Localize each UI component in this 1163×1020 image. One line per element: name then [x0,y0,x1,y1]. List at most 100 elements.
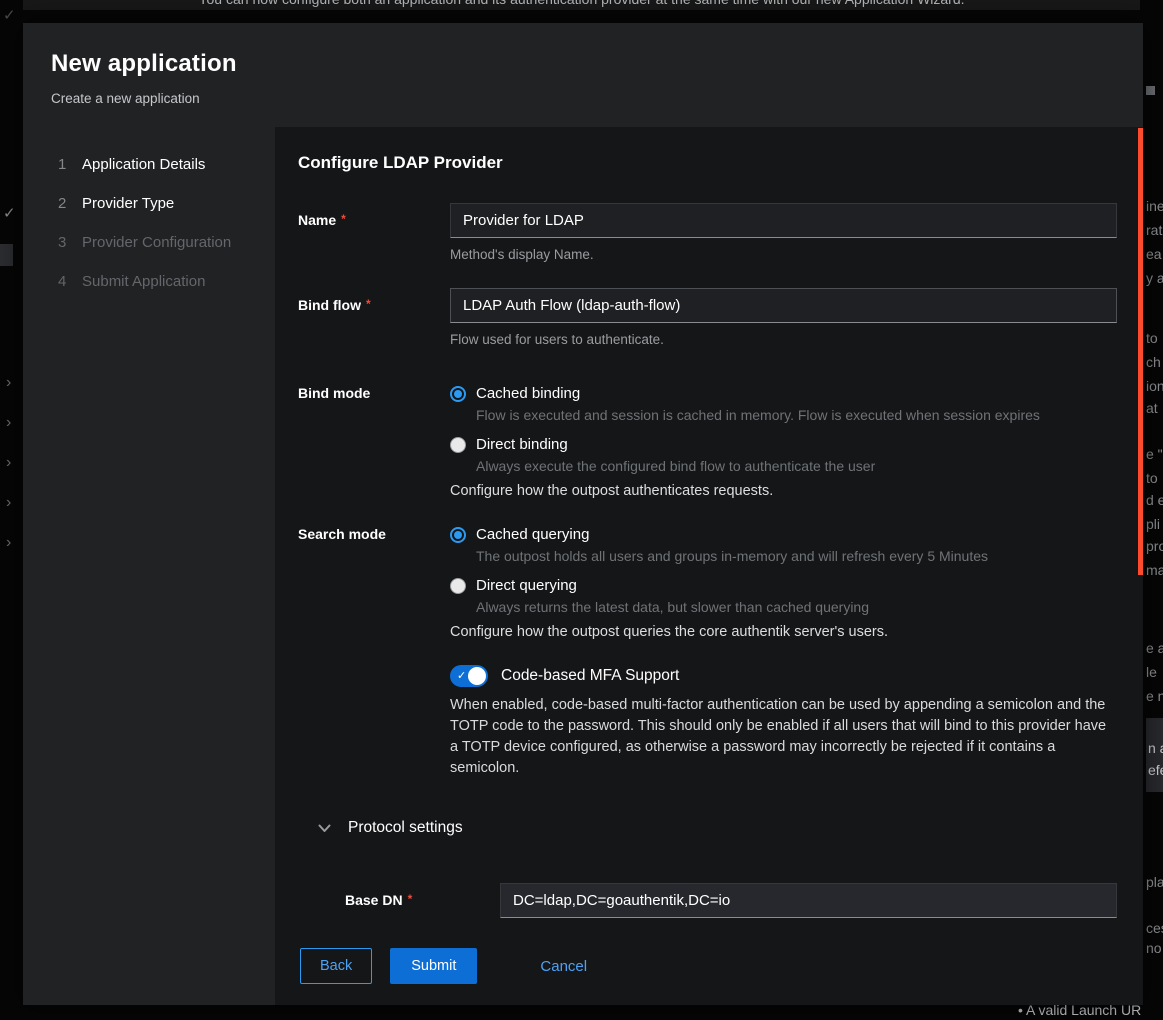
scrollbar-thumb[interactable] [1138,128,1143,575]
radio-selected-icon[interactable] [450,386,466,402]
radio-option-cached-binding[interactable]: Cached binding [450,383,1117,405]
background-text-fragment: rat [1146,222,1162,238]
required-asterisk: * [341,212,346,226]
label-text: Name [298,212,336,228]
bind-flow-label: Bind flow* [298,288,450,347]
bind-mode-footnote: Configure how the outpost authenticates … [450,481,1117,501]
option-description: Flow is executed and session is cached i… [476,407,1117,424]
radio-option-direct-binding[interactable]: Direct binding [450,434,1117,456]
background-text-fragment: ine [1146,198,1163,214]
search-mode-label: Search mode [298,524,450,642]
page-title: Configure LDAP Provider [298,153,1117,173]
mfa-toggle-row: ✓ Code-based MFA Support [450,665,1117,687]
base-dn-form-row: Base DN* [345,883,1117,918]
background-text-fragment: ea [1146,246,1162,262]
mfa-description: When enabled, code-based multi-factor au… [450,695,1117,779]
search-mode-options: Cached querying The outpost holds all us… [450,524,1117,642]
step-number: 1 [58,156,82,173]
option-description: Always returns the latest data, but slow… [476,599,1117,616]
submit-button[interactable]: Submit [390,948,477,984]
background-text-fragment: e "o [1146,446,1163,462]
background-text-fragment: y a [1146,270,1163,286]
mfa-toggle-label[interactable]: Code-based MFA Support [501,667,679,685]
modal-body: 1 Application Details 2 Provider Type 3 … [23,127,1143,1005]
radio-unselected-icon[interactable] [450,578,466,594]
background-text-fragment: ✓ [3,6,16,24]
modal-subtitle: Create a new application [51,91,1115,106]
label-text: Base DN [345,892,403,908]
background-text-fragment: le [1146,664,1157,680]
background-text-fragment: efe [1148,762,1163,778]
mfa-form-row: ✓ Code-based MFA Support When enabled, c… [298,665,1117,779]
protocol-settings-label[interactable]: Protocol settings [348,819,463,837]
background-text-fragment: e n [1146,688,1163,704]
toggle-knob [468,667,486,685]
background-text-fragment: pli [1146,516,1160,532]
protocol-settings-toggle[interactable]: Protocol settings [318,817,1117,839]
background-text-fragment: › [6,534,11,552]
name-help-text: Method's display Name. [450,247,1117,262]
name-form-row: Name * Method's display Name. [298,203,1117,262]
background-text-fragment: › [6,494,11,512]
background-text-fragment: n a [1148,740,1163,756]
background-text-fragment: d e [1146,492,1163,508]
bind-mode-form-row: Bind mode Cached binding Flow is execute… [298,383,1117,501]
option-description: Always execute the configured bind flow … [476,458,1117,475]
option-label[interactable]: Direct querying [476,575,577,597]
background-text-fragment: › [6,374,11,392]
background-text-fragment: pla [1146,874,1163,890]
bind-flow-help-text: Flow used for users to authenticate. [450,332,1117,347]
background-text-fragment: at [1146,400,1158,416]
radio-unselected-icon[interactable] [450,437,466,453]
chevron-down-icon [318,824,331,833]
option-label[interactable]: Cached binding [476,383,580,405]
radio-option-cached-querying[interactable]: Cached querying [450,524,1117,546]
wizard-step-provider-type[interactable]: 2 Provider Type [23,184,275,223]
base-dn-input[interactable] [500,883,1117,918]
background-text-fragment: e a [1146,640,1163,656]
background-text-fragment: ✓ [3,204,16,222]
base-dn-field-wrap [500,883,1117,918]
bind-flow-select[interactable] [450,288,1117,323]
step-number: 2 [58,195,82,212]
mfa-toggle-switch[interactable]: ✓ [450,665,488,687]
wizard-step-provider-configuration: 3 Provider Configuration [23,223,275,262]
back-button[interactable]: Back [300,948,372,984]
step-number: 4 [58,273,82,290]
background-text-fragment: ma [1146,562,1163,578]
required-asterisk: * [366,297,371,311]
toggle-check-icon: ✓ [457,669,466,682]
background-text-fragment: ch [1146,354,1161,370]
modal-title: New application [51,50,1115,78]
name-label: Name * [298,203,450,262]
background-text-fragment: › [6,454,11,472]
radio-option-direct-querying[interactable]: Direct querying [450,575,1117,597]
announcement-banner-text: You can now configure both an applicatio… [23,0,1140,7]
background-text-fragment: no [1146,940,1162,956]
step-label: Application Details [82,156,205,173]
background-text-fragment: to [1146,330,1158,346]
step-label: Provider Type [82,195,174,212]
mfa-label-spacer [298,665,450,779]
background-text-fragment: ion [1146,378,1163,394]
search-mode-footnote: Configure how the outpost queries the co… [450,622,1117,642]
search-mode-form-row: Search mode Cached querying The outpost … [298,524,1117,642]
option-label[interactable]: Direct binding [476,434,568,456]
background-text-fragment: › [6,414,11,432]
wizard-step-submit-application: 4 Submit Application [23,262,275,301]
name-field-wrap: Method's display Name. [450,203,1117,262]
option-label[interactable]: Cached querying [476,524,589,546]
bind-mode-options: Cached binding Flow is executed and sess… [450,383,1117,501]
wizard-step-content: Configure LDAP Provider Name * Method's d… [275,127,1143,1005]
bind-flow-field-wrap: Flow used for users to authenticate. [450,288,1117,347]
cancel-button[interactable]: Cancel [540,958,587,975]
radio-selected-icon[interactable] [450,527,466,543]
step-label: Provider Configuration [82,234,231,251]
name-input[interactable] [450,203,1117,238]
step-number: 3 [58,234,82,251]
new-application-wizard-modal: New application Create a new application… [23,23,1143,1005]
background-text-fragment: to [1146,470,1158,486]
wizard-step-application-details[interactable]: 1 Application Details [23,145,275,184]
option-description: The outpost holds all users and groups i… [476,548,1117,565]
announcement-banner: You can now configure both an applicatio… [23,0,1140,10]
